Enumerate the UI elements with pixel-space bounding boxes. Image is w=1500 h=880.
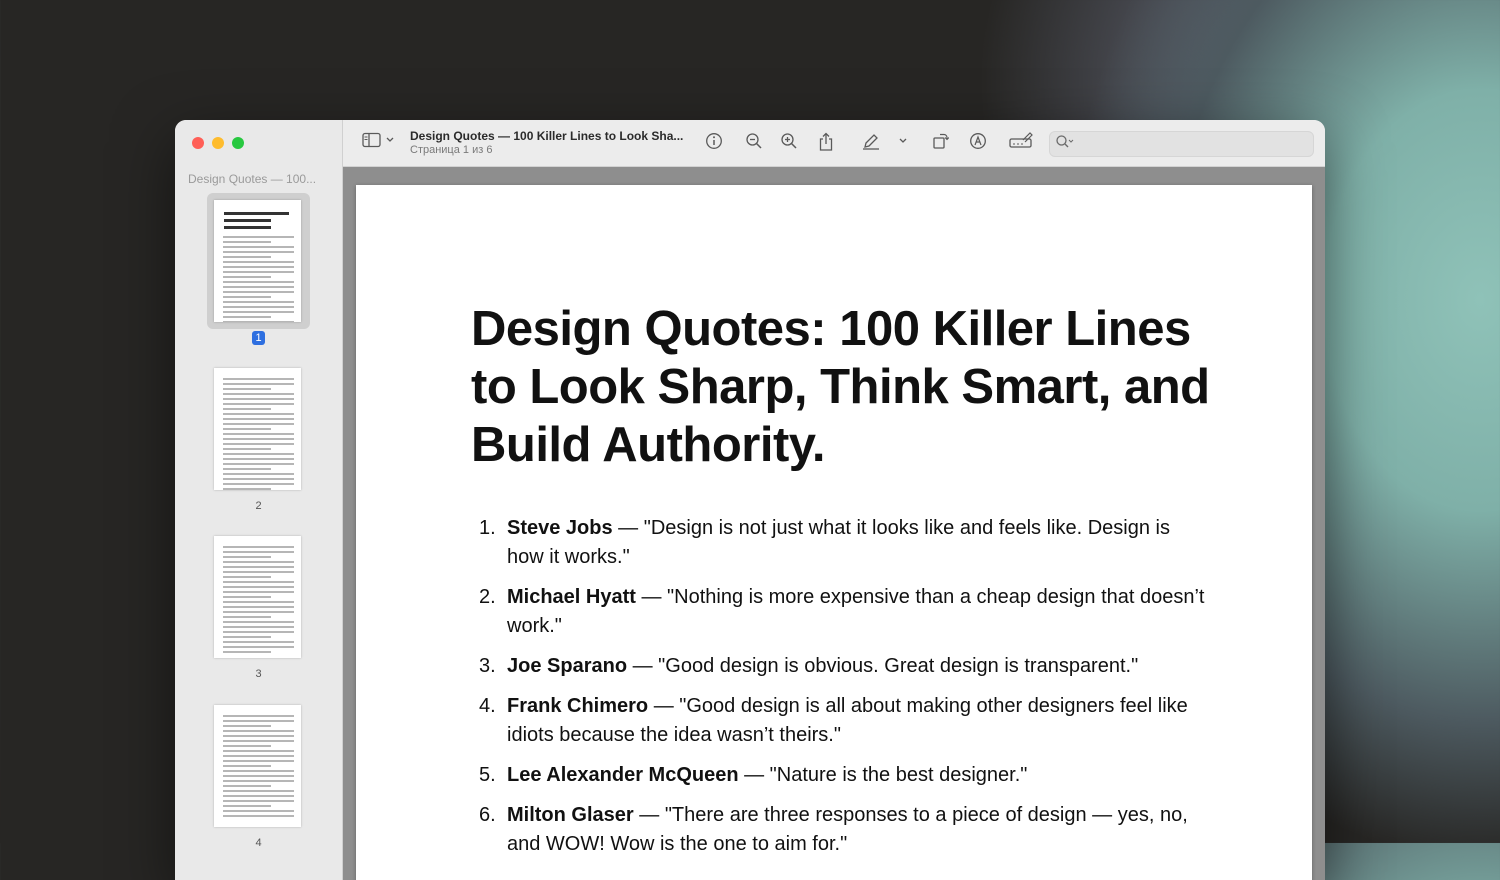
preview-window: Design Quotes — 100... 1 2 3 4 Design Qu… (175, 120, 1325, 880)
page-number-2: 2 (255, 500, 262, 512)
toolbar: Design Quotes — 100 Killer Lines to Look… (343, 120, 1325, 167)
quote-author: Steve Jobs (507, 517, 613, 539)
document-view[interactable]: Design Quotes: 100 Killer Lines to Look … (343, 167, 1325, 880)
document-title: Design Quotes — 100 Killer Lines to Look… (410, 129, 684, 143)
page-indicator: Страница 1 из 6 (410, 144, 493, 156)
page-thumbnail-1[interactable] (214, 200, 301, 322)
list-item: 4. Frank Chimero — "Good design is all ab… (479, 695, 1188, 746)
window-controls (192, 137, 244, 149)
thumbnail-sidebar: Design Quotes — 100... 1 2 3 4 (175, 120, 343, 880)
zoom-in-icon[interactable] (778, 132, 800, 154)
form-fill-icon[interactable] (1007, 132, 1035, 154)
page-thumbnail-2[interactable] (214, 368, 301, 490)
list-item: 5. Lee Alexander McQueen — "Nature is the… (479, 764, 1028, 786)
quote-author: Frank Chimero (507, 695, 649, 717)
search-field[interactable] (1049, 131, 1314, 157)
annotate-icon[interactable] (967, 132, 989, 154)
pdf-page: Design Quotes: 100 Killer Lines to Look … (356, 185, 1312, 880)
page-number-4: 4 (255, 837, 262, 849)
list-item: 2. Michael Hyatt — "Nothing is more expen… (479, 586, 1205, 637)
close-button[interactable] (192, 137, 204, 149)
share-icon[interactable] (815, 132, 837, 154)
quote-list: 1. Steve Jobs — "Design is not just what … (471, 514, 1211, 870)
sidebar-document-title: Design Quotes — 100... (188, 172, 317, 186)
quote-author: Michael Hyatt (507, 586, 636, 608)
zoom-out-icon[interactable] (743, 132, 765, 154)
info-icon[interactable] (703, 132, 725, 154)
markup-pen-icon[interactable] (861, 132, 911, 154)
rotate-icon[interactable] (929, 132, 951, 154)
list-item: 3. Joe Sparano — "Good design is obvious.… (479, 655, 1139, 677)
quote-author: Joe Sparano (507, 655, 628, 677)
page-thumbnail-4[interactable] (214, 705, 301, 827)
quote-author: Milton Glaser (507, 804, 634, 826)
page-thumbnail-3[interactable] (214, 536, 301, 658)
list-item: 1. Steve Jobs — "Design is not just what … (479, 517, 1170, 568)
search-icon (1055, 134, 1075, 153)
page-number-3: 3 (255, 668, 262, 680)
document-heading: Design Quotes: 100 Killer Lines to Look … (471, 302, 1210, 472)
zoom-button[interactable] (232, 137, 244, 149)
minimize-button[interactable] (212, 137, 224, 149)
quote-text: — "Good design is obvious. Great design … (627, 655, 1139, 677)
quote-author: Lee Alexander McQueen (507, 764, 739, 786)
list-item: 6. Milton Glaser — "There are three respo… (479, 804, 1188, 855)
page-number-1: 1 (175, 331, 342, 345)
sidebar-toggle-icon[interactable] (361, 132, 397, 154)
quote-text: — "Nature is the best designer." (738, 764, 1028, 786)
